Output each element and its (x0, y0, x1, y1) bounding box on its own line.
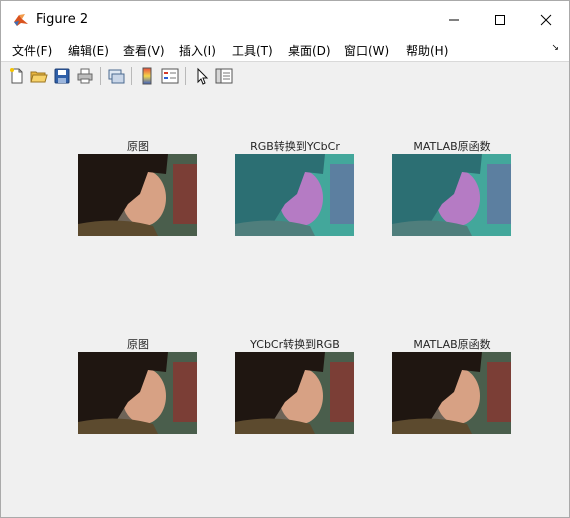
subplot-title: MATLAB原函数 (413, 140, 491, 153)
close-icon (540, 14, 552, 26)
image-ycbcr (235, 154, 354, 236)
legend-icon[interactable] (161, 67, 179, 85)
save-icon[interactable] (53, 67, 71, 85)
figure-canvas[interactable]: 原图 RGB转换到YCbCr MATLAB原函数 原图 YCbCr转换到RGB … (1, 90, 569, 517)
toolbar-separator (185, 67, 186, 85)
toolbar-separator (100, 67, 101, 85)
menu-desktop[interactable]: 桌面(D) (288, 42, 331, 59)
property-inspector-icon[interactable] (215, 67, 233, 85)
matlab-logo-icon (14, 14, 28, 26)
maximize-icon (495, 15, 505, 25)
window-title: Figure 2 (36, 12, 89, 27)
subplot-title: MATLAB原函数 (413, 338, 491, 351)
pointer-icon[interactable] (193, 67, 211, 85)
subplot-title: RGB转换到YCbCr (250, 140, 340, 153)
title-bar[interactable]: Figure 2 (1, 1, 569, 39)
link-icon[interactable] (107, 67, 125, 85)
image-ycbcr-to-rgb (235, 352, 354, 434)
close-button[interactable] (523, 1, 569, 39)
toolbar-separator (131, 67, 132, 85)
image-original (78, 154, 197, 236)
colorbar-icon[interactable] (138, 67, 156, 85)
menu-file[interactable]: 文件(F) (12, 42, 52, 59)
maximize-button[interactable] (477, 1, 523, 39)
image-matlab-rgb (392, 352, 511, 434)
menu-bar: 文件(F) 编辑(E) 查看(V) 插入(I) 工具(T) 桌面(D) 窗口(W… (1, 39, 569, 61)
minimize-icon (449, 19, 459, 21)
menu-view[interactable]: 查看(V) (123, 42, 165, 59)
figure-window: Figure 2 文件(F) 编辑(E) 查看(V) 插入(I) 工具(T) 桌… (0, 0, 570, 518)
menu-window[interactable]: 窗口(W) (344, 42, 389, 59)
menu-edit[interactable]: 编辑(E) (68, 42, 109, 59)
new-figure-icon[interactable] (8, 67, 26, 85)
menu-tools[interactable]: 工具(T) (232, 42, 273, 59)
print-icon[interactable] (76, 67, 94, 85)
dock-arrow-icon[interactable]: ↘ (551, 43, 559, 53)
toolbar (1, 61, 569, 91)
subplot-title: 原图 (127, 338, 149, 351)
menu-help[interactable]: 帮助(H) (406, 42, 448, 59)
subplot-title: 原图 (127, 140, 149, 153)
subplot-title: YCbCr转换到RGB (250, 338, 340, 351)
open-file-icon[interactable] (30, 67, 48, 85)
image-matlab-ycbcr (392, 154, 511, 236)
menu-insert[interactable]: 插入(I) (179, 42, 216, 59)
minimize-button[interactable] (431, 1, 477, 39)
image-original (78, 352, 197, 434)
